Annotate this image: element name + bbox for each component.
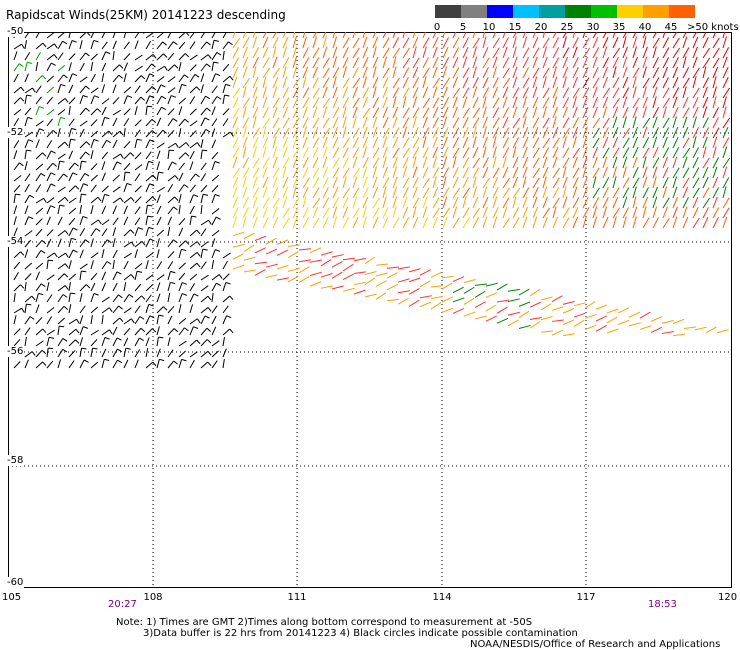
wind-speed-legend: 0 5 10 15 20 25 30 35 40 45 >50 knots <box>434 5 740 35</box>
latitude-label: -50 <box>6 26 25 37</box>
legend-swatch <box>617 5 643 18</box>
legend-swatch <box>591 5 617 18</box>
legend-swatch <box>539 5 565 18</box>
wind-barb-flag <box>125 171 131 174</box>
longitude-label: 111 <box>287 592 307 603</box>
longitude-label: 117 <box>576 592 596 603</box>
note-line-1: Note: 1) Times are GMT 2)Times along bot… <box>116 617 533 628</box>
wind-barb-flag <box>48 259 54 262</box>
latitude-label: -60 <box>6 577 25 588</box>
legend-swatch <box>643 5 669 18</box>
wind-barb-flag <box>147 105 153 108</box>
wind-barb-flag <box>70 292 76 295</box>
time-label: 20:27 <box>108 599 137 610</box>
credit-line: NOAA/NESDIS/Office of Research and Appli… <box>470 639 721 650</box>
legend-swatch <box>565 5 591 18</box>
longitude-label: 105 <box>2 592 22 603</box>
legend-swatch <box>461 5 487 18</box>
time-label: 18:53 <box>648 599 677 610</box>
longitude-label: 108 <box>143 592 163 603</box>
latitude-label: -52 <box>6 127 25 138</box>
latitude-label: -56 <box>6 346 25 357</box>
latitude-label: -58 <box>6 455 25 466</box>
wind-barb-flag <box>202 149 208 152</box>
legend-swatch <box>435 5 461 18</box>
wind-barb-map <box>8 32 732 588</box>
map-title: Rapidscat Winds(25KM) 20141223 descendin… <box>6 8 286 22</box>
longitude-label: 120 <box>718 592 738 603</box>
legend-swatch <box>487 5 513 18</box>
longitude-label: 114 <box>432 592 452 603</box>
legend-swatch <box>669 5 695 18</box>
map-frame <box>8 32 732 588</box>
wind-barb-flag <box>81 270 87 273</box>
wind-barb-flag <box>59 325 65 328</box>
wind-barb-flag <box>48 347 54 350</box>
latitude-label: -54 <box>6 236 25 247</box>
note-line-2: 3)Data buffer is 22 hrs from 20141223 4)… <box>143 628 578 639</box>
legend-swatch <box>513 5 539 18</box>
wind-barb-flag <box>169 149 175 152</box>
